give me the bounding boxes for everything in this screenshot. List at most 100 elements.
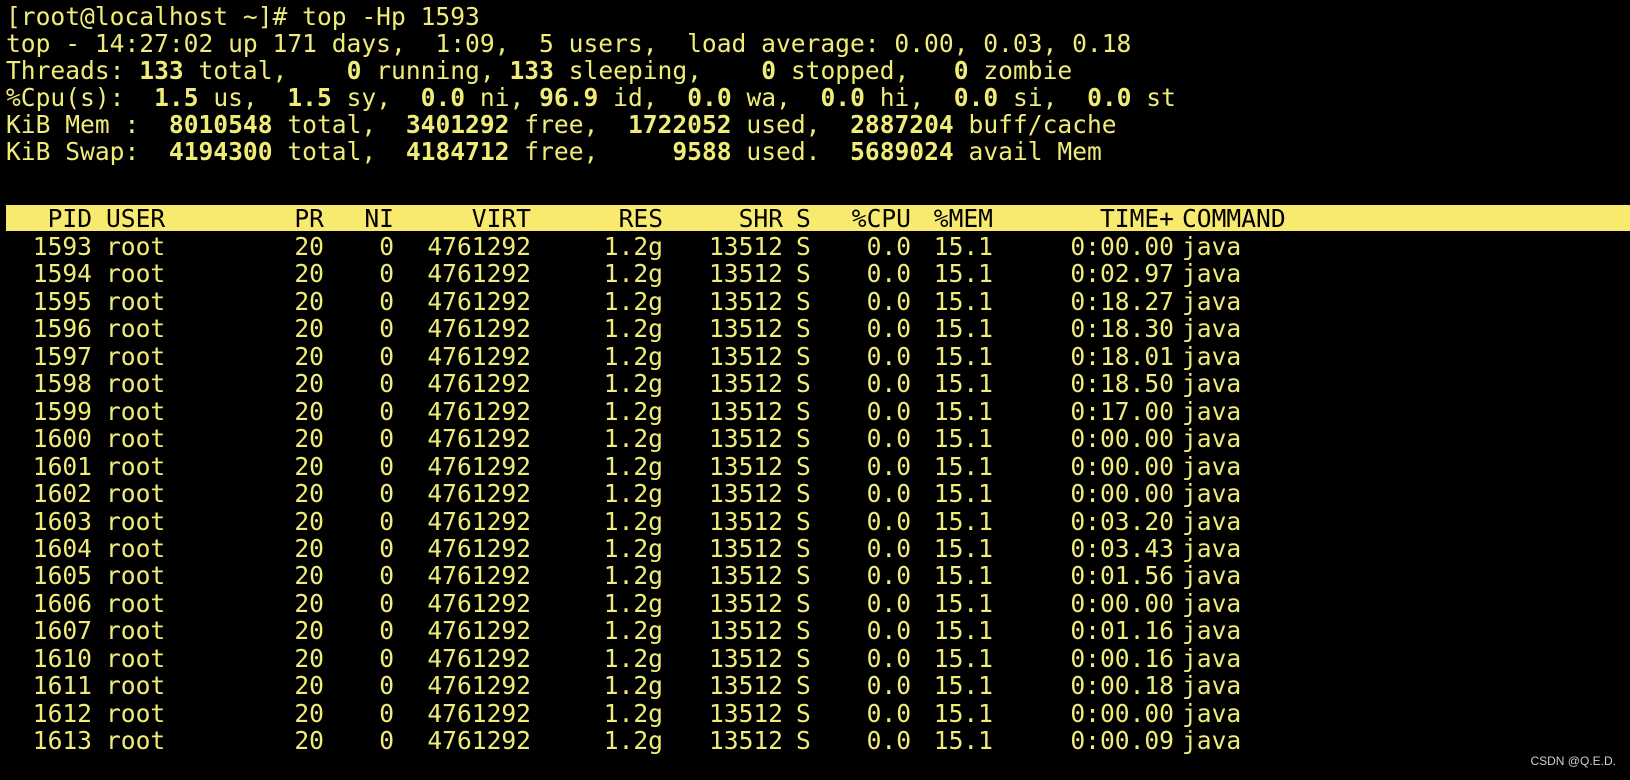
row-priority: 20 xyxy=(294,533,324,563)
row-res: 1.2g xyxy=(603,588,663,618)
row-mem: 15.1 xyxy=(933,643,993,673)
process-row[interactable]: 1597 root 20 0 4761292 1.2g 13512 S 0.0 15.1 0:18.… xyxy=(6,341,1630,371)
column-header-res[interactable]: RES xyxy=(531,205,663,233)
row-time: 0:01.16 xyxy=(1070,616,1174,646)
swap-summary-line: KiB Swap: 4194300 total, 4184712 free, 9… xyxy=(6,138,1102,166)
row-user: root xyxy=(106,232,166,261)
column-header-pid[interactable]: PID xyxy=(6,205,92,233)
row-priority: 20 xyxy=(294,698,324,728)
row-pid: 1607 xyxy=(32,616,92,646)
process-row[interactable]: 1612 root 20 0 4761292 1.2g 13512 S 0.0 15.1 0:00.… xyxy=(6,698,1630,728)
row-nice: 0 xyxy=(379,369,394,399)
cpu-us-label: us, xyxy=(198,83,258,112)
row-priority: 20 xyxy=(294,451,324,481)
process-row[interactable]: 1599 root 20 0 4761292 1.2g 13512 S 0.0 15.1 0:17.… xyxy=(6,396,1630,426)
cpu-label: %Cpu(s): xyxy=(6,83,125,112)
process-row[interactable]: 1598 root 20 0 4761292 1.2g 13512 S 0.0 15.1 0:18.… xyxy=(6,370,1630,398)
process-row[interactable]: 1602 root 20 0 4761292 1.2g 13512 S 0.0 15.1 0:00.… xyxy=(6,480,1630,508)
row-res: 1.2g xyxy=(603,396,663,426)
process-row[interactable]: 1613 root 20 0 4761292 1.2g 13512 S 0.0 15.1 0:00.… xyxy=(6,727,1630,755)
row-command: java xyxy=(1182,698,1242,728)
row-user: root xyxy=(106,396,166,426)
process-row[interactable]: 1601 root 20 0 4761292 1.2g 13512 S 0.0 15.1 0:00.… xyxy=(6,451,1630,481)
row-state: S xyxy=(796,451,811,481)
column-header-time[interactable]: TIME+ xyxy=(993,205,1174,233)
row-command: java xyxy=(1182,232,1242,261)
mem-free-value: 3401292 xyxy=(405,110,510,139)
row-mem: 15.1 xyxy=(933,726,993,756)
row-pid: 1606 xyxy=(32,588,92,618)
process-row[interactable]: 1610 root 20 0 4761292 1.2g 13512 S 0.0 15.1 0:00.… xyxy=(6,643,1630,673)
column-header-ni[interactable]: NI xyxy=(324,205,394,233)
row-mem: 15.1 xyxy=(933,451,993,481)
row-cpu: 0.0 xyxy=(866,616,911,646)
process-row[interactable]: 1595 root 20 0 4761292 1.2g 13512 S 0.0 15.1 0:18.… xyxy=(6,286,1630,316)
row-priority: 20 xyxy=(294,259,324,289)
row-nice: 0 xyxy=(379,341,394,371)
row-shr: 13512 xyxy=(708,533,783,563)
mem-total-label: total, xyxy=(272,110,377,139)
column-header-mem[interactable]: %MEM xyxy=(911,205,993,233)
row-pid: 1612 xyxy=(32,698,92,728)
row-mem: 15.1 xyxy=(933,232,993,261)
row-nice: 0 xyxy=(379,506,394,536)
mem-summary-line: KiB Mem : 8010548 total, 3401292 free, 1… xyxy=(6,111,1117,139)
process-row[interactable]: 1603 root 20 0 4761292 1.2g 13512 S 0.0 15.1 0:03.… xyxy=(6,506,1630,536)
row-state: S xyxy=(796,424,811,454)
process-row[interactable]: 1607 root 20 0 4761292 1.2g 13512 S 0.0 15.1 0:01.… xyxy=(6,617,1630,645)
process-row[interactable]: 1605 root 20 0 4761292 1.2g 13512 S 0.0 15.1 0:01.… xyxy=(6,562,1630,590)
row-shr: 13512 xyxy=(708,259,783,289)
row-cpu: 0.0 xyxy=(866,232,911,261)
threads-stopped-value: 0 xyxy=(761,56,777,85)
row-shr: 13512 xyxy=(708,479,783,509)
row-command: java xyxy=(1182,424,1242,454)
process-row[interactable]: 1604 root 20 0 4761292 1.2g 13512 S 0.0 15.1 0:03.… xyxy=(6,533,1630,563)
row-state: S xyxy=(796,698,811,728)
row-res: 1.2g xyxy=(603,259,663,289)
process-row[interactable]: 1596 root 20 0 4761292 1.2g 13512 S 0.0 15.1 0:18.… xyxy=(6,315,1630,343)
threads-stopped-label: stopped, xyxy=(776,56,910,85)
row-state: S xyxy=(796,479,811,509)
swap-free-value: 4184712 xyxy=(405,137,510,166)
row-priority: 20 xyxy=(294,588,324,618)
cpu-summary-line: %Cpu(s): 1.5 us, 1.5 sy, 0.0 ni, 96.9 id… xyxy=(6,84,1176,112)
row-res: 1.2g xyxy=(603,451,663,481)
row-command: java xyxy=(1182,726,1242,756)
process-row[interactable]: 1606 root 20 0 4761292 1.2g 13512 S 0.0 15.1 0:00.… xyxy=(6,588,1630,618)
command-prompt-line: [root@localhost ~]# top -Hp 1593 xyxy=(6,2,480,31)
mem-free-label: free, xyxy=(509,110,599,139)
row-virt: 4761292 xyxy=(427,698,531,728)
row-virt: 4761292 xyxy=(427,286,531,316)
process-row[interactable]: 1611 root 20 0 4761292 1.2g 13512 S 0.0 15.1 0:00.… xyxy=(6,672,1630,700)
row-time: 0:18.01 xyxy=(1070,341,1174,371)
row-mem: 15.1 xyxy=(933,314,993,344)
column-header-pr[interactable]: PR xyxy=(256,205,324,233)
process-row[interactable]: 1594 root 20 0 4761292 1.2g 13512 S 0.0 15.1 0:02.… xyxy=(6,260,1630,288)
threads-total-value: 133 xyxy=(139,56,184,85)
terminal-window[interactable]: [root@localhost ~]# top -Hp 1593 top - 1… xyxy=(0,0,1630,780)
column-header-user[interactable]: USER xyxy=(106,205,256,233)
row-cpu: 0.0 xyxy=(866,259,911,289)
row-priority: 20 xyxy=(294,616,324,646)
row-shr: 13512 xyxy=(708,369,783,399)
row-shr: 13512 xyxy=(708,451,783,481)
row-command: java xyxy=(1182,588,1242,618)
column-header-state[interactable]: S xyxy=(796,205,826,233)
column-header-virt[interactable]: VIRT xyxy=(394,205,531,233)
row-res: 1.2g xyxy=(603,643,663,673)
row-shr: 13512 xyxy=(708,561,783,591)
row-cpu: 0.0 xyxy=(866,314,911,344)
process-row[interactable]: 1600 root 20 0 4761292 1.2g 13512 S 0.0 15.1 0:00.… xyxy=(6,425,1630,453)
row-command: java xyxy=(1182,396,1242,426)
swap-avail-label: avail Mem xyxy=(953,137,1102,166)
row-virt: 4761292 xyxy=(427,479,531,509)
column-header-shr[interactable]: SHR xyxy=(663,205,783,233)
row-pid: 1598 xyxy=(32,369,92,399)
column-header-command[interactable]: COMMAND xyxy=(1182,205,1382,233)
row-cpu: 0.0 xyxy=(866,643,911,673)
cpu-ni-label: ni, xyxy=(465,83,525,112)
row-priority: 20 xyxy=(294,726,324,756)
column-header-cpu[interactable]: %CPU xyxy=(826,205,911,233)
process-row[interactable]: 1593 root 20 0 4761292 1.2g 13512 S 0.0 15.1 0:00.… xyxy=(6,233,1630,261)
row-priority: 20 xyxy=(294,424,324,454)
